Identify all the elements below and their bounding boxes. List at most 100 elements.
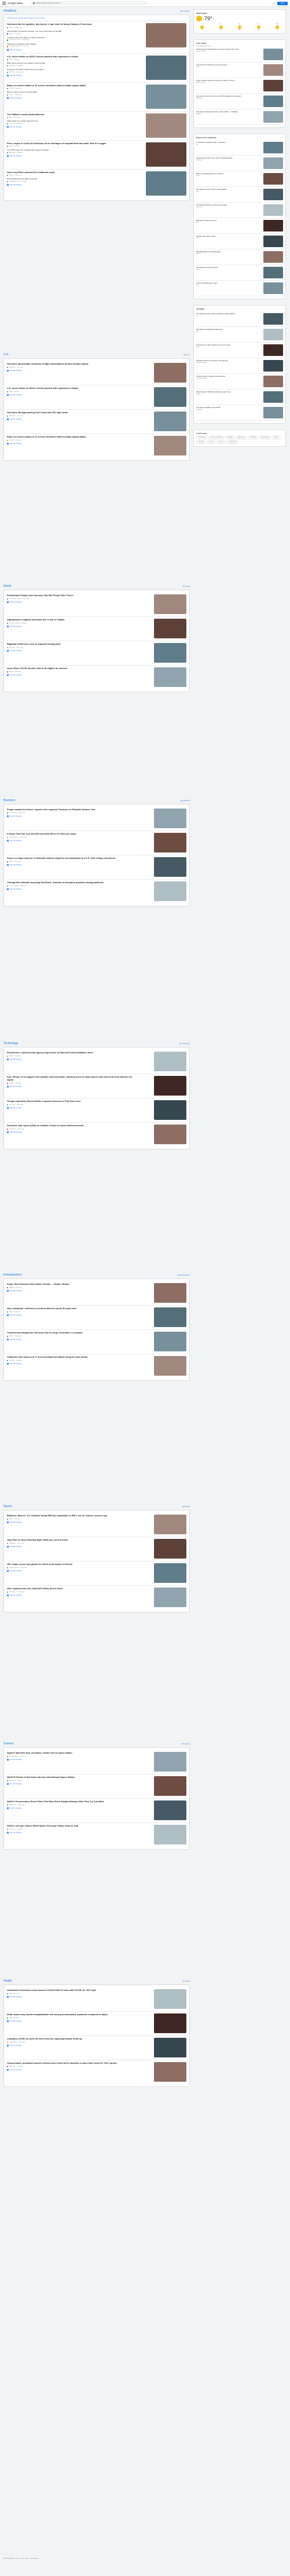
topic-chip[interactable]: District of Columbia bbox=[208, 436, 225, 439]
full-coverage-link[interactable]: View Full Coverage bbox=[7, 674, 134, 676]
sidebar-story[interactable]: Would students offer more in exams if sc… bbox=[196, 156, 283, 171]
section-more-link[interactable]: More U.S. bbox=[183, 354, 190, 356]
source-name[interactable]: CNBC bbox=[9, 861, 13, 862]
headlines-title[interactable]: Headlines bbox=[3, 9, 16, 13]
section-title[interactable]: Technology bbox=[3, 1042, 18, 1045]
source-name[interactable]: CNN bbox=[9, 1993, 12, 1994]
sidebar-story[interactable]: Can you file for COVID-19 if you lost yo… bbox=[196, 63, 283, 78]
topic-chip[interactable]: Tysons bbox=[272, 436, 281, 439]
related-story-title[interactable]: Biden to travel to Dover Air Force Base bbox=[7, 91, 134, 93]
section-title[interactable]: Entertainment bbox=[3, 1273, 21, 1277]
full-coverage-link[interactable]: View Full Coverage bbox=[7, 1783, 134, 1785]
section-title[interactable]: Science bbox=[3, 1742, 14, 1745]
source-name[interactable]: Vulture bbox=[9, 1336, 13, 1337]
topic-chip[interactable]: Washington bbox=[196, 436, 208, 439]
weather-unit[interactable]: F bbox=[213, 17, 214, 20]
related-story-title[interactable]: As COVID cases rise, hospitals face oxyg… bbox=[7, 149, 134, 151]
source-name[interactable]: CNN bbox=[9, 27, 12, 28]
sidebar-story-title[interactable]: In celebration of Women's Day: a look ba… bbox=[196, 142, 260, 144]
full-coverage-link[interactable]: View Full Coverage bbox=[7, 839, 134, 841]
source-name[interactable]: The Guardian bbox=[9, 813, 17, 814]
source-name[interactable]: The New York Times bbox=[9, 39, 21, 41]
source-name[interactable]: TechCrunch bbox=[9, 1129, 16, 1130]
story-thumbnail[interactable] bbox=[154, 1332, 186, 1351]
story-thumbnail[interactable] bbox=[154, 1283, 186, 1303]
sidebar-story-title[interactable]: Biden is considering options on vaccines bbox=[196, 173, 260, 175]
full-coverage-link[interactable]: View Full Coverage bbox=[7, 1314, 134, 1316]
full-coverage-link[interactable]: View Full Coverage bbox=[7, 1107, 134, 1109]
section-title[interactable]: Health bbox=[3, 1979, 12, 1983]
source-name[interactable]: Space.com bbox=[9, 1829, 16, 1830]
sidebar-story[interactable]: The Supreme Court's eviction ruling expl… bbox=[196, 187, 283, 203]
source-name[interactable]: Al Jazeera English bbox=[9, 623, 20, 624]
story-title[interactable]: Hurricane Ida prompts hundreds of flight… bbox=[7, 363, 134, 366]
covid-banner[interactable]: COVID-19 news: See the latest coverage o… bbox=[7, 17, 186, 21]
search-bar[interactable]: Search for topics, locations & sources bbox=[31, 1, 147, 5]
story-title[interactable]: Google reportedly offered Netflix a spec… bbox=[7, 1100, 134, 1103]
sidebar-story[interactable]: Rebuilding after the Tennessee flood WaPo bbox=[196, 249, 283, 265]
story-title[interactable]: Kanye West Releases New Album 'Donda' — … bbox=[7, 1283, 134, 1286]
story-thumbnail[interactable] bbox=[146, 84, 186, 109]
story-thumbnail[interactable] bbox=[146, 23, 186, 47]
source-name[interactable]: ESPN bbox=[9, 1519, 13, 1520]
related-story-title[interactable]: Ida intensifies to powerful hurricane; U… bbox=[7, 30, 134, 32]
topic-chip[interactable]: Bethesda bbox=[248, 436, 258, 439]
story-title[interactable]: SpaceX launches ants, avocados, robotic … bbox=[7, 1752, 134, 1755]
section-title[interactable]: Business bbox=[3, 799, 15, 802]
story-title[interactable]: After Daytona near-win, NASCAR Xfinity S… bbox=[7, 1588, 134, 1590]
section-more-link[interactable]: More Sports bbox=[182, 1506, 190, 1508]
full-coverage-link[interactable]: View Full Coverage bbox=[7, 75, 134, 77]
full-coverage-link[interactable]: View Full Coverage bbox=[7, 815, 134, 817]
full-coverage-link[interactable]: View Full Coverage bbox=[7, 184, 134, 186]
source-name[interactable]: NPR bbox=[9, 2018, 12, 2019]
full-coverage-link[interactable]: View Full Coverage bbox=[7, 442, 134, 444]
sidebar-story[interactable]: Post claims 'Fauci approved' new variant… bbox=[196, 109, 283, 125]
source-name[interactable]: The Motley Fool bbox=[9, 837, 19, 838]
story-thumbnail[interactable] bbox=[154, 619, 186, 638]
story-thumbnail[interactable] bbox=[154, 881, 186, 901]
section-more-link[interactable]: More Science bbox=[181, 1743, 190, 1745]
story-thumbnail[interactable] bbox=[154, 1539, 186, 1559]
story-thumbnail[interactable] bbox=[154, 1563, 186, 1583]
source-name[interactable]: The Verge bbox=[9, 123, 15, 124]
related-story-title[interactable]: Biden warns another terror attack in Kab… bbox=[7, 62, 134, 64]
story-thumbnail[interactable] bbox=[154, 1052, 186, 1071]
full-coverage-link[interactable]: View Full Coverage bbox=[7, 1338, 134, 1340]
story-title[interactable]: U.S. drone strikes an ISIS-K vehicle pac… bbox=[7, 56, 134, 58]
story-title[interactable]: First, surges in Covid-19 infections led… bbox=[7, 142, 134, 145]
sidebar-story[interactable]: Two great art exhibits to see this fall S… bbox=[196, 405, 283, 421]
full-coverage-link[interactable]: View Full Coverage bbox=[7, 97, 134, 100]
story-title[interactable]: Baghdad conference seen as regional turn… bbox=[7, 643, 134, 646]
sidebar-story[interactable]: What changes in Medicare Advantage mean … bbox=[196, 389, 283, 405]
full-coverage-link[interactable]: View Full Coverage bbox=[7, 625, 134, 627]
story-title[interactable]: Hurricane Ida approaching Gulf Coast wit… bbox=[7, 411, 134, 414]
source-name[interactable]: CNN bbox=[9, 146, 12, 147]
story-thumbnail[interactable] bbox=[154, 857, 186, 877]
source-name[interactable]: Billboard bbox=[9, 1287, 14, 1288]
story-thumbnail[interactable] bbox=[154, 594, 186, 614]
section-title[interactable]: Sports bbox=[3, 1505, 12, 1508]
full-coverage-link[interactable]: View Full Coverage bbox=[7, 155, 134, 157]
story-thumbnail[interactable] bbox=[154, 1800, 186, 1820]
story-title[interactable]: Jake Paul vs Tyron Woodley fight: What y… bbox=[7, 1539, 134, 1542]
story-thumbnail[interactable] bbox=[154, 1776, 186, 1796]
story-thumbnail[interactable] bbox=[154, 1989, 186, 2009]
sidebar-story[interactable]: In the fast lane: what is driving the us… bbox=[196, 343, 283, 358]
full-coverage-link[interactable]: View Full Coverage bbox=[7, 1807, 134, 1809]
source-name[interactable]: Axios bbox=[9, 117, 12, 118]
full-coverage-link[interactable]: View Full Coverage bbox=[7, 2068, 134, 2071]
story-title[interactable]: 'Powerful and dangerous' Hurricane Ida o… bbox=[7, 1332, 134, 1335]
sidebar-story-title[interactable]: Can you file for COVID-19 if you lost yo… bbox=[196, 64, 260, 66]
full-coverage-link[interactable]: View Full Coverage bbox=[7, 394, 134, 396]
related-story-title[interactable]: Taliban take over social media accounts bbox=[7, 120, 134, 122]
section-more-link[interactable]: More Entertainment bbox=[178, 1274, 190, 1276]
story-thumbnail[interactable] bbox=[154, 667, 186, 687]
related-story-title[interactable]: Ida has put Louisiana in grave danger bbox=[7, 43, 134, 45]
full-coverage-link[interactable]: View Full Coverage bbox=[7, 1545, 134, 1548]
full-coverage-link[interactable]: View Full Coverage bbox=[7, 49, 134, 51]
topic-chip[interactable]: Rockville bbox=[196, 440, 206, 444]
sidebar-story-title[interactable]: Post claims 'Fauci approved' new variant… bbox=[196, 111, 260, 113]
full-coverage-link[interactable]: View Full Coverage bbox=[7, 888, 134, 890]
apps-grid-icon[interactable] bbox=[273, 2, 276, 5]
source-name[interactable]: NBC News bbox=[9, 2066, 16, 2067]
